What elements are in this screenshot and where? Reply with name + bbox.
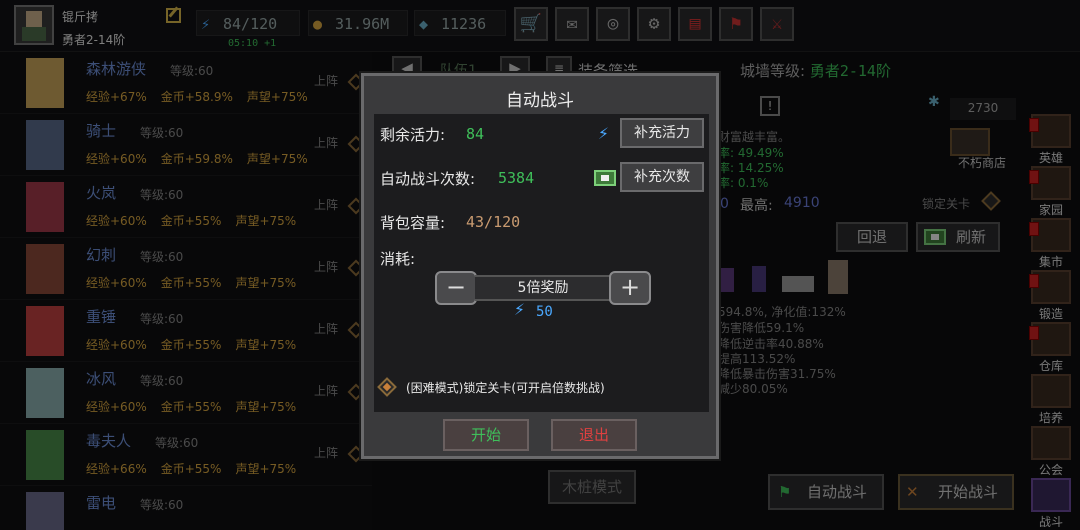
exit-button[interactable]: 退出 — [551, 419, 637, 451]
lightning-icon: ⚡ — [514, 299, 525, 320]
bag-capacity-label: 背包容量: — [380, 214, 446, 232]
energy-value: 84 — [466, 125, 485, 143]
decrease-button[interactable]: − — [435, 271, 477, 305]
energy-label: 剩余活力: — [380, 126, 446, 144]
hard-mode-checkbox[interactable] — [377, 377, 397, 397]
refill-energy-button[interactable]: 补充活力 — [620, 118, 704, 148]
ticket-icon — [594, 170, 616, 186]
increase-button[interactable]: + — [609, 271, 651, 305]
auto-count-value: 5384 — [498, 169, 535, 187]
dialog-title: 自动战斗 — [506, 91, 574, 111]
bag-capacity-value: 43/120 — [466, 213, 521, 231]
cost-value: 50 — [536, 304, 553, 320]
auto-count-label: 自动战斗次数: — [380, 170, 476, 188]
hard-mode-label: (困难模式)锁定关卡(可开启倍数挑战) — [406, 381, 605, 395]
start-button[interactable]: 开始 — [443, 419, 529, 451]
multiplier-value: 5倍奖励 — [475, 275, 611, 301]
dialog-body: 剩余活力: 84 ⚡ 补充活力 自动战斗次数: 5384 补充次数 背包容量: … — [374, 114, 709, 412]
lightning-icon: ⚡ — [598, 123, 609, 144]
auto-battle-dialog: 自动战斗 剩余活力: 84 ⚡ 补充活力 自动战斗次数: 5384 补充次数 背… — [361, 73, 719, 459]
cost-label: 消耗: — [380, 250, 416, 268]
multiplier-stepper: − 5倍奖励 + — [435, 271, 651, 305]
refill-count-button[interactable]: 补充次数 — [620, 162, 704, 192]
